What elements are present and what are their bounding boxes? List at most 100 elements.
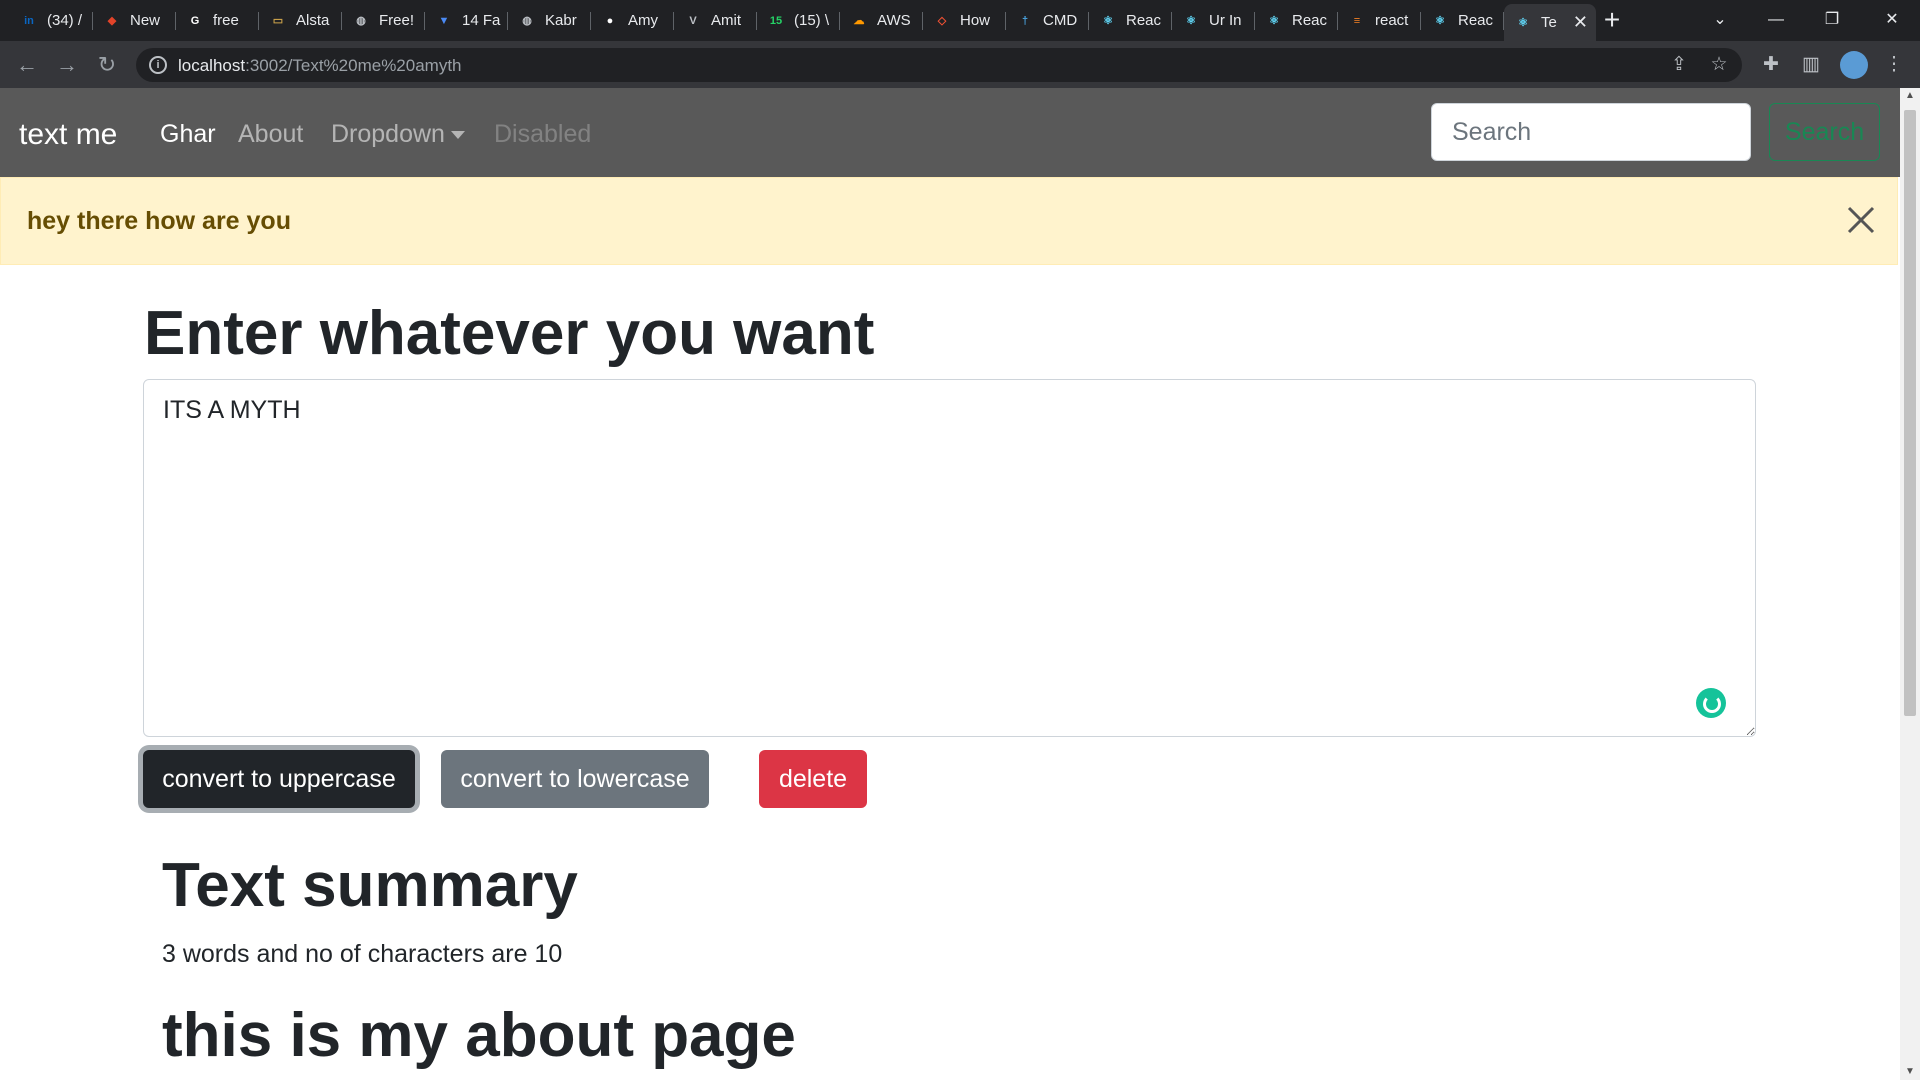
browser-tab[interactable]: 15 (15) \ xyxy=(757,4,840,37)
scrollbar-thumb[interactable] xyxy=(1904,110,1916,716)
aws-icon: ☁ xyxy=(853,15,865,27)
scroll-down-icon[interactable]: ▼ xyxy=(1900,1064,1920,1080)
react-icon: ⚛ xyxy=(1103,15,1113,27)
tab-search-icon[interactable]: ⌄ xyxy=(1692,0,1748,41)
nav-dropdown-label: Dropdown xyxy=(331,120,445,148)
react-icon: ⚛ xyxy=(1269,15,1279,27)
tab-title: Te xyxy=(1541,14,1557,31)
card-icon: ▭ xyxy=(272,15,284,27)
tab-title: Reac xyxy=(1292,12,1328,29)
tab-title: react xyxy=(1375,12,1409,29)
browser-tab[interactable]: ☁ AWS xyxy=(840,4,923,37)
browser-tab[interactable]: ◇ How xyxy=(923,4,1006,37)
browser-tab[interactable]: ▭ Alsta xyxy=(259,4,342,37)
summary-title: Text summary xyxy=(162,851,578,920)
tab-title: (34) / xyxy=(47,12,83,29)
side-panel-icon[interactable]: ▥ xyxy=(1799,53,1823,77)
browser-tab[interactable]: ⚛ Reac xyxy=(1421,4,1504,37)
react-icon: ⚛ xyxy=(1518,17,1528,29)
share-icon[interactable]: ⇪ xyxy=(1667,53,1691,77)
tab-title: AWS xyxy=(877,12,911,29)
tab-title: New xyxy=(130,12,161,29)
nav-link-disabled: Disabled xyxy=(494,120,592,148)
bookmark-icon: ▼ xyxy=(438,14,450,27)
back-icon[interactable]: ← xyxy=(13,51,41,79)
profile-avatar[interactable] xyxy=(1840,51,1868,79)
browser-tab[interactable]: ⚛ Reac xyxy=(1089,4,1172,37)
browser-tab[interactable]: † CMD xyxy=(1006,4,1089,37)
person-icon: † xyxy=(1021,14,1029,27)
search-input[interactable] xyxy=(1431,103,1751,161)
page-scrollbar[interactable]: ▲ ▼ xyxy=(1900,88,1920,1080)
scroll-up-icon[interactable]: ▲ xyxy=(1900,88,1920,104)
grammarly-icon[interactable] xyxy=(1696,688,1726,718)
tab-title: Reac xyxy=(1126,12,1162,29)
forward-icon[interactable]: → xyxy=(53,51,81,79)
alert-message: hey there how are you xyxy=(27,207,291,235)
tab-title: free xyxy=(213,12,239,29)
close-icon[interactable] xyxy=(1843,202,1879,238)
git-icon: ◇ xyxy=(937,15,947,27)
browser-tab[interactable]: ◍ Kabr xyxy=(508,4,591,37)
url-path: :3002/Text%20me%20amyth xyxy=(245,56,462,75)
browser-tabstrip: in (34) / ◆ New Gfree ▭ Alsta ◍ Free! ▼ 14 Fa ◍ Kabr… xyxy=(0,0,1920,41)
browser-tab[interactable]: V Amit xyxy=(674,4,757,37)
browser-tab[interactable]: ⚛ Te ✕ xyxy=(1504,4,1596,41)
site-info-icon[interactable]: i xyxy=(149,56,167,74)
minimize-button[interactable]: — xyxy=(1748,0,1804,41)
globe-icon: ◍ xyxy=(356,15,366,27)
browser-tab[interactable]: ◍ Free! xyxy=(342,4,425,37)
browser-tab[interactable]: ≡ react xyxy=(1338,4,1421,37)
lowercase-button[interactable]: convert to lowercase xyxy=(441,750,709,808)
bookmark-star-icon[interactable]: ☆ xyxy=(1707,53,1731,77)
tab-title: Amit xyxy=(711,12,741,29)
globe-icon: ◍ xyxy=(522,15,532,27)
tab-title: 14 Fa xyxy=(462,12,501,29)
navbar-brand[interactable]: text me xyxy=(19,118,117,152)
site-navbar: text me Ghar About Dropdown Disabled Sea… xyxy=(0,88,1900,177)
alert-banner: hey there how are you xyxy=(0,177,1898,265)
tab-title: Amy xyxy=(628,12,658,29)
nav-link-ghar[interactable]: Ghar xyxy=(160,120,216,149)
new-tab-button[interactable]: + xyxy=(1598,6,1626,34)
menu-icon[interactable]: ⋮ xyxy=(1882,53,1906,77)
close-tab-icon[interactable]: ✕ xyxy=(1573,12,1588,33)
browser-tab[interactable]: ⚛ Reac xyxy=(1255,4,1338,37)
tab-title: Kabr xyxy=(545,12,577,29)
github-icon: ● xyxy=(606,14,614,27)
tab-title: CMD xyxy=(1043,12,1078,29)
tab-title: Alsta xyxy=(296,12,330,29)
page-viewport: text me Ghar About Dropdown Disabled Sea… xyxy=(0,88,1900,1080)
maximize-button[interactable]: ❐ xyxy=(1804,0,1860,41)
browser-tab[interactable]: in (34) / xyxy=(10,4,93,37)
google-icon: G xyxy=(190,14,200,27)
about-title: this is my about page xyxy=(162,1001,796,1070)
browser-toolbar: ← → ↻ i localhost:3002/Text%20me%20amyth… xyxy=(0,41,1920,88)
text-input-area[interactable] xyxy=(143,379,1756,737)
nav-dropdown[interactable]: Dropdown xyxy=(331,120,465,149)
browser-tab[interactable]: ▼ 14 Fa xyxy=(425,4,508,37)
delete-button[interactable]: delete xyxy=(759,750,867,808)
browser-tab[interactable]: ◆ New xyxy=(93,4,176,37)
tab-title: How xyxy=(960,12,991,29)
search-button[interactable]: Search xyxy=(1769,103,1880,161)
tab-title: Reac xyxy=(1458,12,1494,29)
url-text: localhost:3002/Text%20me%20amyth xyxy=(178,56,462,76)
reload-icon[interactable]: ↻ xyxy=(93,51,121,79)
react-icon: ⚛ xyxy=(1435,15,1445,27)
gitlab-icon: ◆ xyxy=(107,15,117,27)
uppercase-button[interactable]: convert to uppercase xyxy=(143,750,415,808)
form-heading: Enter whatever you want xyxy=(144,299,875,368)
summary-text: 3 words and no of characters are 10 xyxy=(162,940,563,968)
browser-tab[interactable]: Gfree xyxy=(176,4,259,37)
tab-title: Free! xyxy=(379,12,415,29)
browser-tab[interactable]: ⚛ Ur In xyxy=(1172,4,1255,37)
address-bar[interactable]: i localhost:3002/Text%20me%20amyth ⇪ ☆ xyxy=(136,48,1742,82)
stackoverflow-icon: ≡ xyxy=(1353,14,1361,27)
close-window-button[interactable]: ✕ xyxy=(1864,0,1920,41)
linkedin-icon: in xyxy=(24,14,34,27)
browser-tab[interactable]: ● Amy xyxy=(591,4,674,37)
nav-link-about[interactable]: About xyxy=(238,120,303,149)
whatsapp-icon: 15 xyxy=(769,14,783,27)
extensions-icon[interactable]: ✚ xyxy=(1759,53,1783,77)
